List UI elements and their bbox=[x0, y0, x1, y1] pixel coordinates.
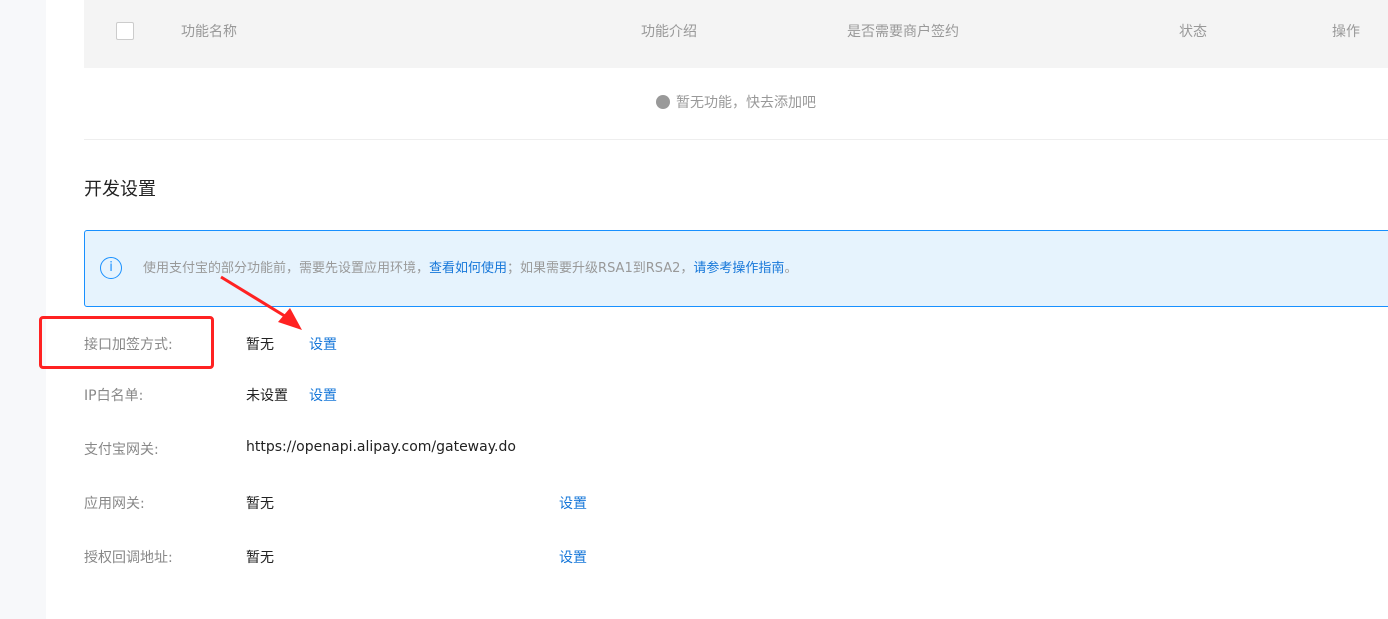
annotation-arrow-icon bbox=[220, 275, 302, 330]
